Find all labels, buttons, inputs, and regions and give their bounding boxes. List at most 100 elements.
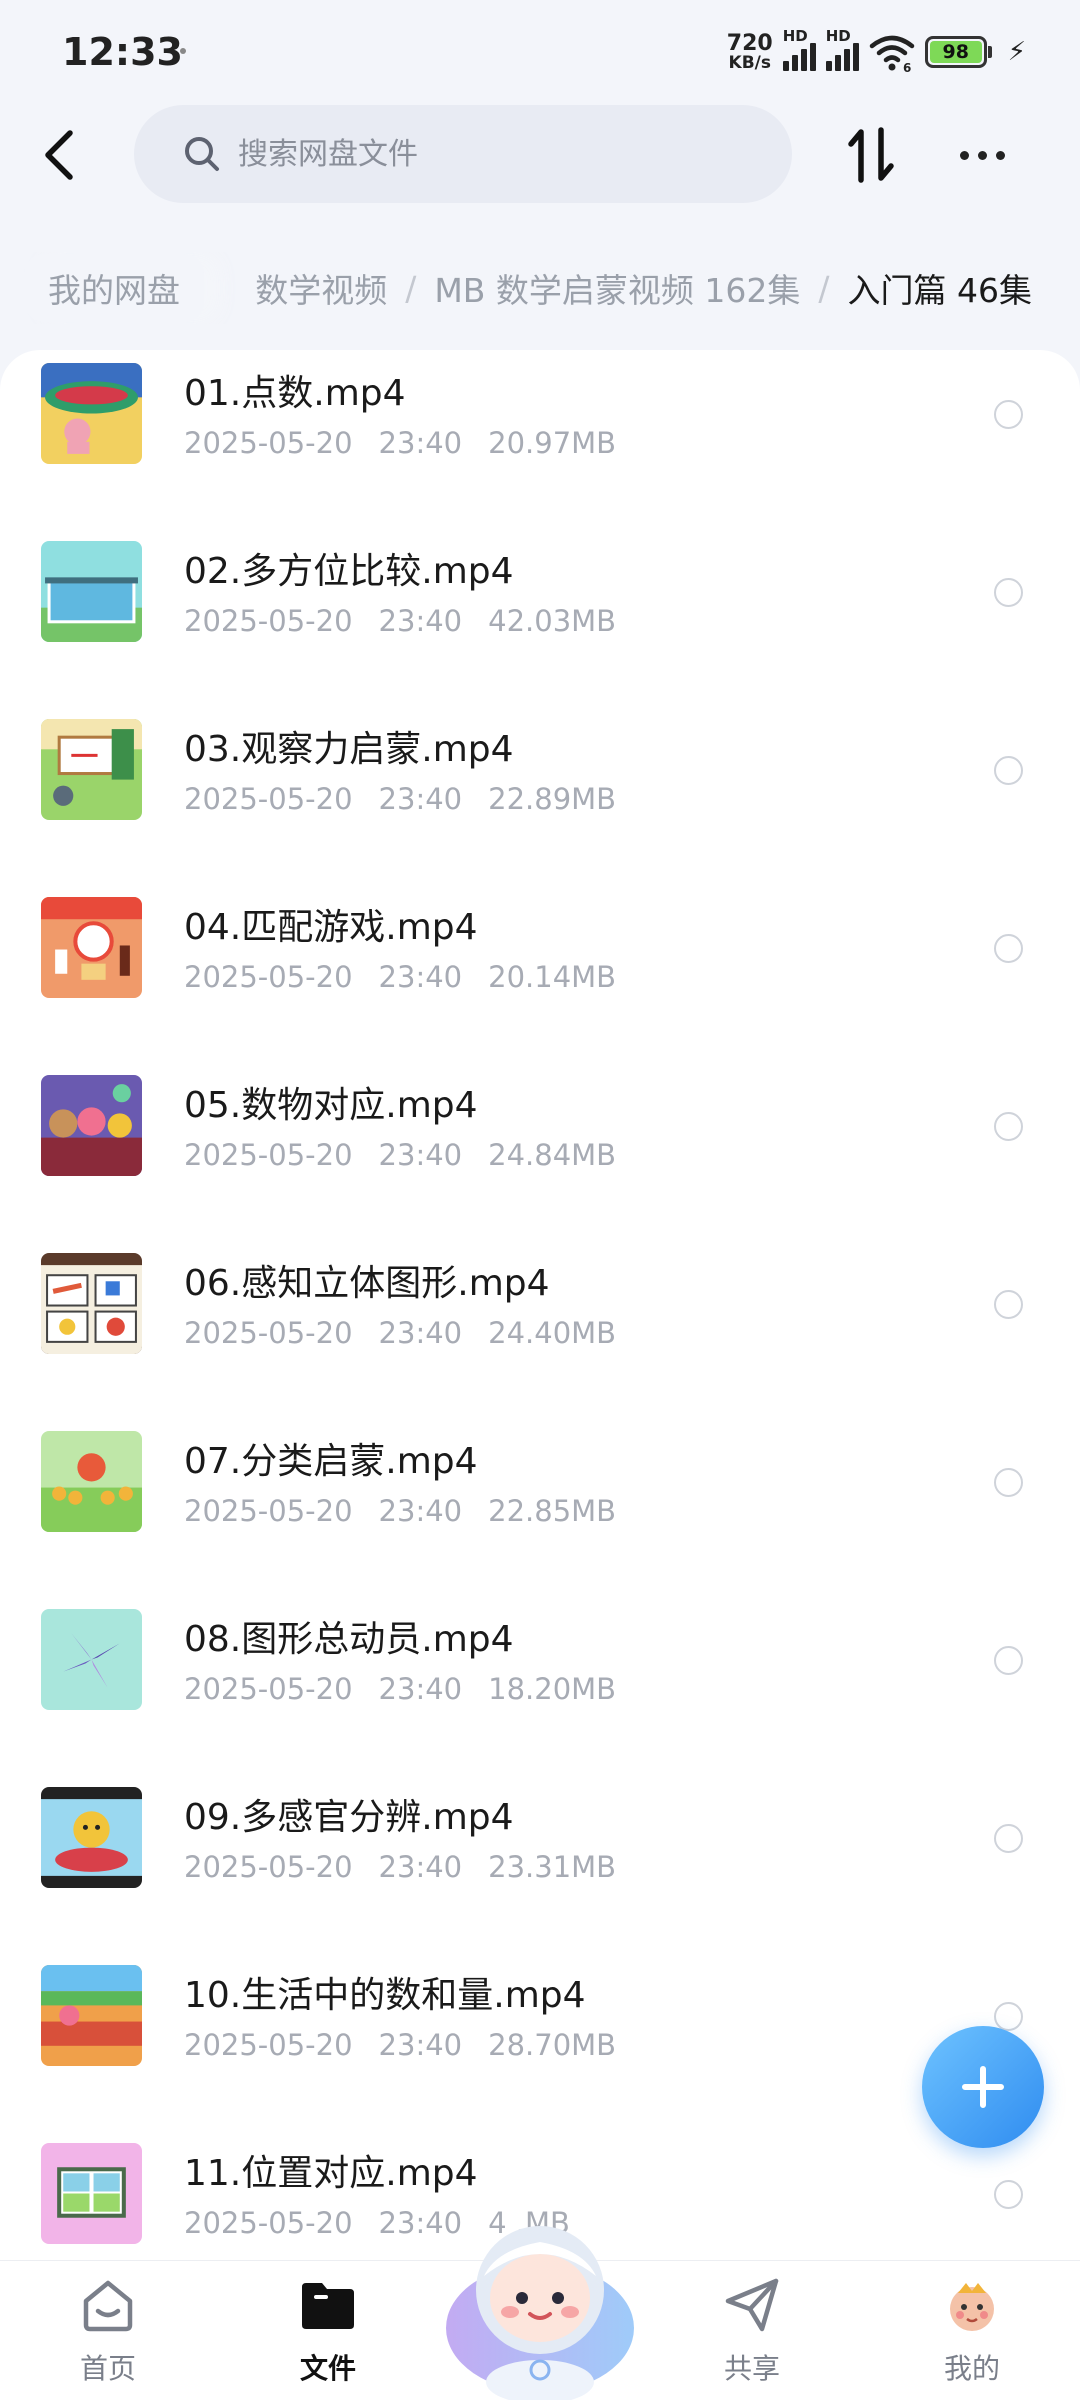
file-item[interactable]: 07.分类启蒙.mp4 2025-05-20 23:40 22.85MB — [0, 1418, 1080, 1596]
file-date: 2025-05-20 — [184, 604, 353, 638]
search-icon — [185, 137, 219, 171]
breadcrumb-item[interactable]: 数学视频 — [255, 264, 387, 312]
more-options-button[interactable] — [946, 123, 1018, 187]
select-radio[interactable] — [994, 1468, 1023, 1497]
nav-files-label: 文件 — [299, 2352, 356, 2385]
wifi-icon: 6 — [869, 35, 914, 72]
video-thumbnail — [41, 1965, 142, 2066]
file-time: 23:40 — [378, 604, 463, 638]
file-size: 18.20MB — [488, 1672, 617, 1706]
network-speed-value: 720 — [726, 30, 773, 56]
hd-label: HD — [782, 27, 808, 45]
file-name: 02.多方位比较.mp4 — [184, 551, 514, 592]
video-thumbnail — [41, 2143, 142, 2244]
file-name: 01.点数.mp4 — [184, 373, 406, 414]
file-meta: 2025-05-20 23:40 20.97MB — [184, 426, 616, 460]
video-thumbnail — [41, 541, 142, 642]
chevron-left-icon — [45, 130, 73, 180]
file-size: 24.40MB — [488, 1316, 617, 1350]
avatar-icon — [950, 2283, 994, 2331]
file-name: 08.图形总动员.mp4 — [184, 1619, 514, 1660]
folder-icon — [302, 2283, 354, 2329]
nav-share[interactable]: 共享 — [672, 2261, 832, 2400]
file-meta: 2025-05-20 23:40 24.84MB — [184, 1138, 616, 1172]
select-radio[interactable] — [994, 400, 1023, 429]
select-radio[interactable] — [994, 934, 1023, 963]
breadcrumb-separator: / — [405, 268, 417, 308]
file-item[interactable]: 03.观察力启蒙.mp4 2025-05-20 23:40 22.89MB — [0, 706, 1080, 884]
file-size: 22.85MB — [488, 1494, 617, 1528]
select-radio[interactable] — [994, 756, 1023, 785]
file-size: 20.97MB — [488, 426, 617, 460]
select-radio[interactable] — [994, 1824, 1023, 1853]
breadcrumb: 数学视频 / MB 数学启蒙视频 162集 / 入门篇 46集 我的网盘 — [0, 252, 1080, 324]
select-radio[interactable] — [994, 2002, 1023, 2031]
file-name: 09.多感官分辨.mp4 — [184, 1797, 514, 1838]
file-time: 23:40 — [378, 1672, 463, 1706]
file-time: 23:40 — [378, 1494, 463, 1528]
file-name: 04.匹配游戏.mp4 — [184, 907, 478, 948]
file-meta: 2025-05-20 23:40 18.20MB — [184, 1672, 616, 1706]
select-radio[interactable] — [994, 1646, 1023, 1675]
back-button[interactable] — [28, 123, 92, 187]
charging-icon: ⚡ — [1007, 37, 1026, 67]
file-item[interactable]: 09.多感官分辨.mp4 2025-05-20 23:40 23.31MB — [0, 1774, 1080, 1952]
add-button[interactable] — [922, 2026, 1044, 2148]
file-time: 23:40 — [378, 2028, 463, 2062]
file-list: 01.点数.mp4 2025-05-20 23:40 20.97MB 02.多方位比… — [0, 350, 1080, 2260]
file-time: 23:40 — [378, 1316, 463, 1350]
file-size: 28.70MB — [488, 2028, 617, 2062]
search-bar[interactable] — [134, 105, 792, 203]
ai-assistant-mascot-icon[interactable] — [444, 2198, 636, 2400]
sort-icon — [848, 127, 894, 183]
video-thumbnail — [41, 897, 142, 998]
file-name: 06.感知立体图形.mp4 — [184, 1263, 550, 1304]
nav-home[interactable]: 首页 — [28, 2261, 188, 2400]
hd-label: HD — [825, 27, 851, 45]
select-radio[interactable] — [994, 578, 1023, 607]
file-date: 2025-05-20 — [184, 960, 353, 994]
notification-dot — [180, 48, 186, 54]
file-date: 2025-05-20 — [184, 1850, 353, 1884]
file-date: 2025-05-20 — [184, 1672, 353, 1706]
file-item[interactable]: 01.点数.mp4 2025-05-20 23:40 20.97MB — [0, 350, 1080, 528]
app-screen: 12:33 720 KB/s HD HD 6 98 ⚡ 搜索网盘文件 数学视频 … — [0, 0, 1080, 2400]
status-time: 12:33 — [62, 30, 183, 74]
breadcrumb-item[interactable]: MB 数学启蒙视频 162集 — [434, 264, 800, 312]
file-item[interactable]: 02.多方位比较.mp4 2025-05-20 23:40 42.03MB — [0, 528, 1080, 706]
file-time: 23:40 — [378, 782, 463, 816]
file-meta: 2025-05-20 23:40 28.70MB — [184, 2028, 616, 2062]
select-radio[interactable] — [994, 1112, 1023, 1141]
nav-files[interactable]: 文件 — [248, 2261, 408, 2400]
video-thumbnail — [41, 1787, 142, 1888]
file-time: 23:40 — [378, 426, 463, 460]
signal-icon-sim1: HD — [782, 27, 816, 71]
file-meta: 2025-05-20 23:40 22.85MB — [184, 1494, 616, 1528]
file-name: 11.位置对应.mp4 — [184, 2153, 478, 2194]
network-speed-unit: KB/s — [728, 52, 771, 73]
send-icon — [725, 2278, 779, 2332]
file-item[interactable]: 04.匹配游戏.mp4 2025-05-20 23:40 20.14MB — [0, 884, 1080, 1062]
dot-icon — [995, 150, 1005, 160]
file-size: 20.14MB — [488, 960, 617, 994]
file-item[interactable]: 10.生活中的数和量.mp4 2025-05-20 23:40 28.70MB — [0, 1952, 1080, 2130]
file-item[interactable]: 05.数物对应.mp4 2025-05-20 23:40 24.84MB — [0, 1062, 1080, 1240]
file-date: 2025-05-20 — [184, 1316, 353, 1350]
breadcrumb-root[interactable]: 我的网盘 — [24, 254, 204, 322]
search-input[interactable] — [238, 136, 758, 172]
sort-button[interactable] — [836, 123, 906, 187]
file-item[interactable]: 06.感知立体图形.mp4 2025-05-20 23:40 24.40MB — [0, 1240, 1080, 1418]
nav-mine[interactable]: 我的 — [892, 2261, 1052, 2400]
select-radio[interactable] — [994, 2180, 1023, 2209]
select-radio[interactable] — [994, 1290, 1023, 1319]
file-meta: 2025-05-20 23:40 24.40MB — [184, 1316, 616, 1350]
battery-icon: 98 — [924, 36, 992, 68]
svg-text:6: 6 — [903, 61, 911, 72]
plus-icon — [962, 2066, 1004, 2108]
status-bar: 12:33 720 KB/s HD HD 6 98 ⚡ — [0, 0, 1080, 105]
file-item[interactable]: 08.图形总动员.mp4 2025-05-20 23:40 18.20MB — [0, 1596, 1080, 1774]
file-date: 2025-05-20 — [184, 426, 353, 460]
home-icon — [83, 2280, 133, 2332]
video-thumbnail — [41, 363, 142, 464]
battery-level: 98 — [929, 41, 982, 63]
